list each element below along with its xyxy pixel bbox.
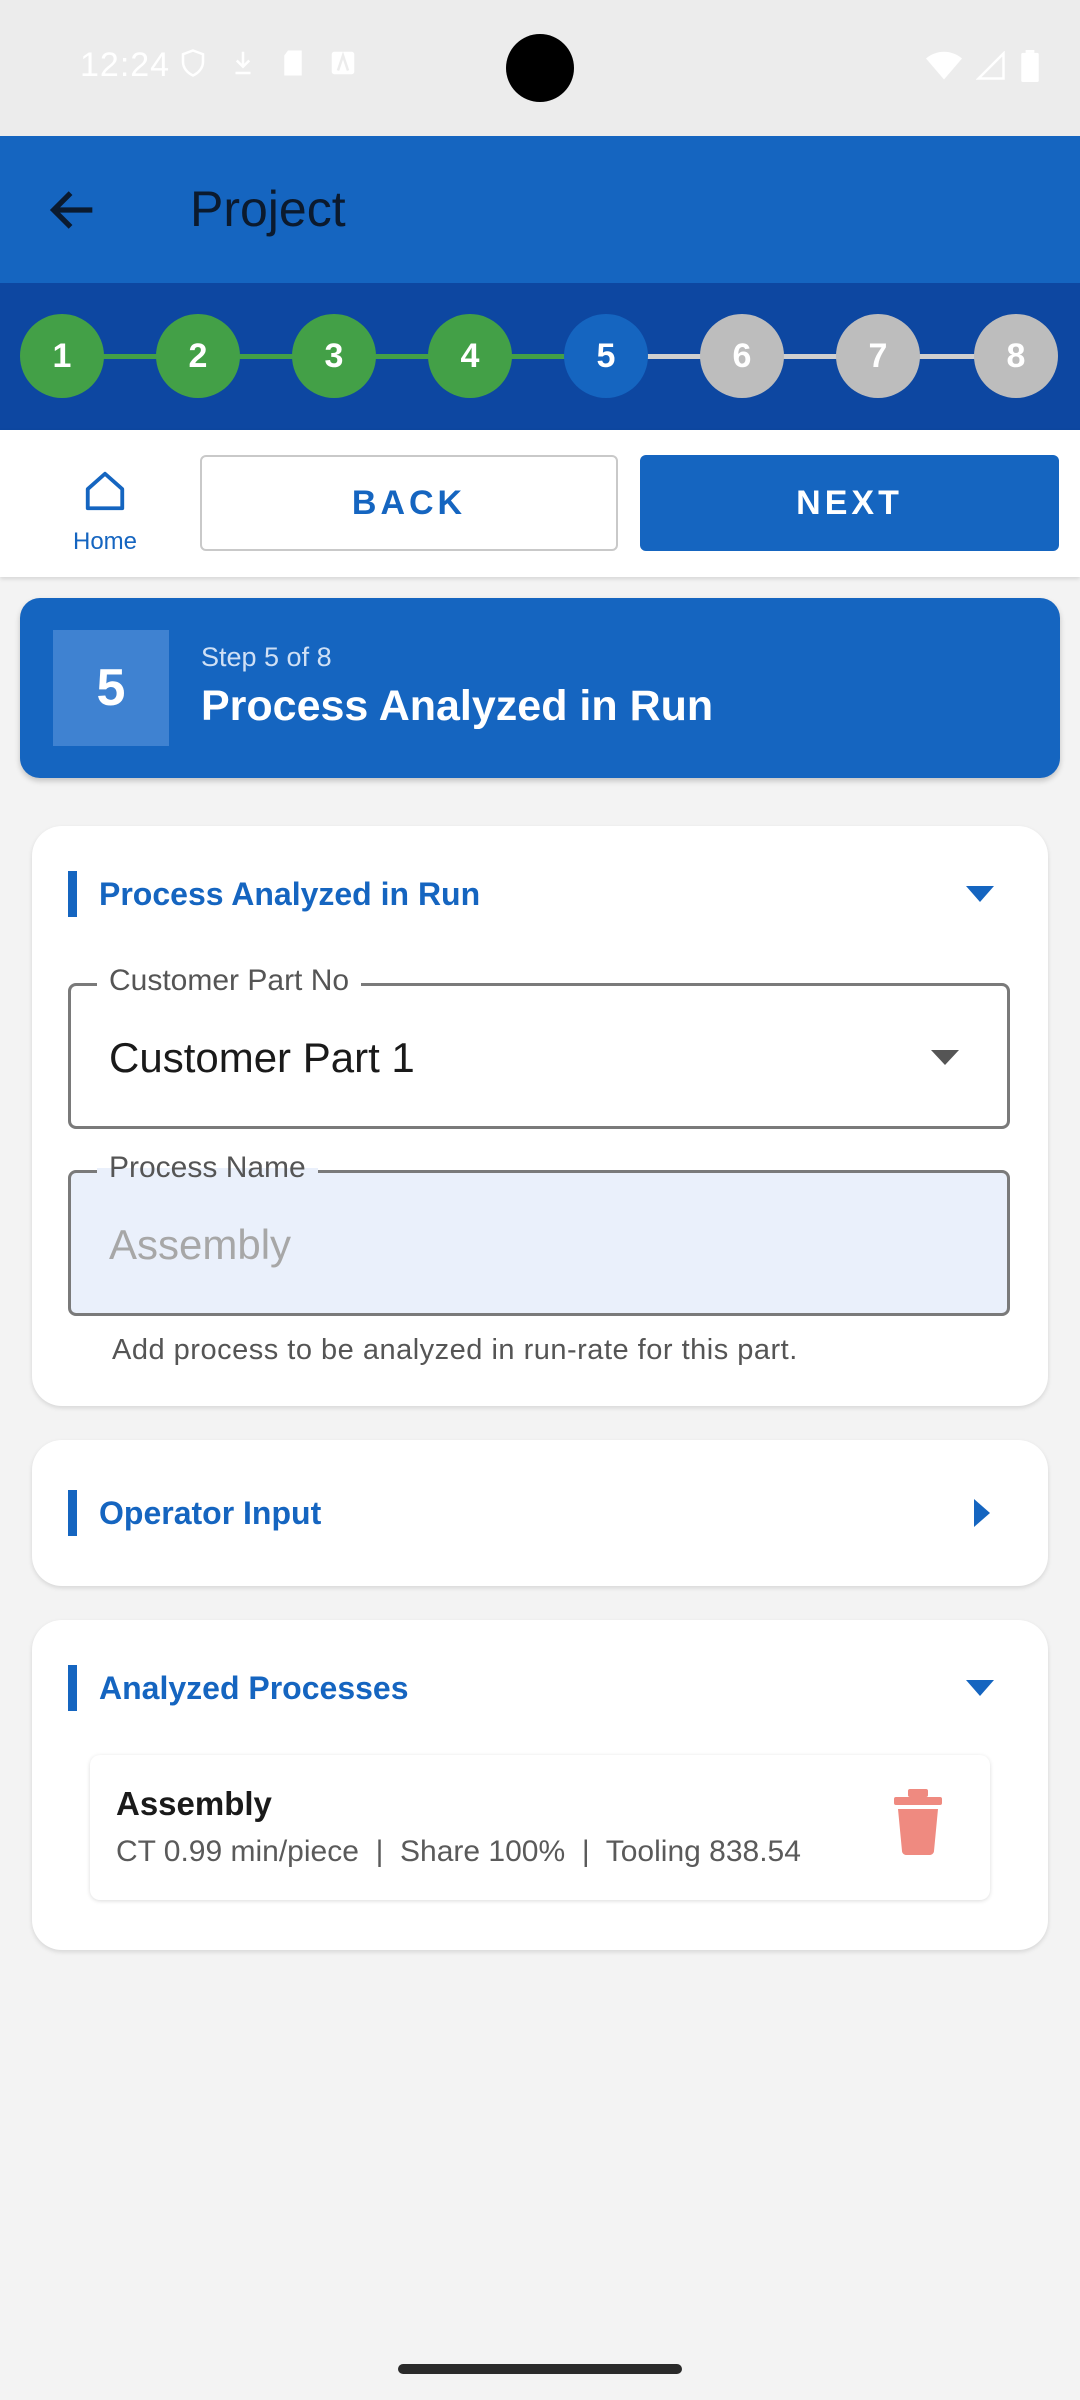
customer-part-value: Customer Part 1 [109,1034,415,1081]
step-7[interactable]: 7 [836,314,920,398]
process-name-field[interactable]: Process Name Assembly [68,1151,1010,1316]
status-bar: 12:24 [0,0,1080,136]
signal-icon [976,51,1005,80]
section-accent-bar [68,1490,77,1536]
step-2[interactable]: 2 [156,314,240,398]
process-helper-text: Add process to be analyzed in run-rate f… [112,1334,798,1366]
chevron-down-icon[interactable] [966,1680,994,1696]
operator-section-header[interactable]: Operator Input [68,1490,321,1536]
chevron-down-icon[interactable] [966,886,994,902]
section-accent-bar [68,871,77,917]
home-button[interactable]: Home [40,450,170,560]
step-3[interactable]: 3 [292,314,376,398]
status-time: 12:24 [80,46,171,84]
a-icon [331,51,355,75]
list-item[interactable]: Assembly CT 0.99 min/piece | Share 100% … [90,1755,990,1900]
step-title: Process Analyzed in Run [201,682,714,730]
step-5[interactable]: 5 [564,314,648,398]
process-section-header[interactable]: Process Analyzed in Run [68,871,480,917]
process-section-title: Process Analyzed in Run [99,875,481,912]
nav-row: Home BACK NEXT [0,430,1080,577]
process-name-placeholder: Assembly [109,1221,292,1268]
download-icon [235,51,251,75]
operator-section-title: Operator Input [99,1494,322,1531]
step-6[interactable]: 6 [700,314,784,398]
process-item-name: Assembly [116,1785,272,1822]
step-subtitle: Step 5 of 8 [201,642,332,672]
step-1[interactable]: 1 [20,314,104,398]
wifi-icon [926,51,962,80]
process-name-label: Process Name [97,1151,318,1185]
back-button[interactable]: BACK [200,455,618,551]
delete-icon[interactable] [892,1789,944,1855]
step-number-badge: 5 [53,630,169,746]
analyzed-section-header[interactable]: Analyzed Processes [68,1665,409,1711]
section-accent-bar [68,1665,77,1711]
camera-cutout [506,34,574,102]
app-bar: Project [0,136,1080,283]
process-item-details: CT 0.99 min/piece | Share 100% | Tooling… [116,1835,801,1868]
analyzed-section-title: Analyzed Processes [99,1669,409,1706]
customer-part-dropdown[interactable]: Customer Part No Customer Part 1 [68,964,1010,1129]
step-progress: 1 2 3 4 5 6 7 8 [0,283,1080,430]
step-8[interactable]: 8 [974,314,1058,398]
dropdown-arrow-icon [931,1050,959,1065]
process-section-card: Process Analyzed in Run Customer Part No… [32,826,1048,1406]
sd-card-icon [284,50,302,76]
battery-icon [1021,50,1039,82]
home-label: Home [72,528,138,555]
home-icon [85,471,125,511]
next-button[interactable]: NEXT [640,455,1059,551]
step-4[interactable]: 4 [428,314,512,398]
customer-part-label: Customer Part No [97,964,362,998]
status-icons-left [178,48,358,78]
back-arrow-icon[interactable] [44,181,102,239]
page-title: Project [190,181,346,237]
step-header-card: 5 Step 5 of 8 Process Analyzed in Run [20,598,1060,778]
status-icons-right [926,50,1040,82]
operator-section-card[interactable]: Operator Input [32,1440,1048,1586]
gesture-bar[interactable] [398,2364,682,2374]
analyzed-section-card: Analyzed Processes Assembly CT 0.99 min/… [32,1620,1048,1950]
chevron-right-icon[interactable] [974,1499,990,1527]
shield-icon [181,49,205,77]
